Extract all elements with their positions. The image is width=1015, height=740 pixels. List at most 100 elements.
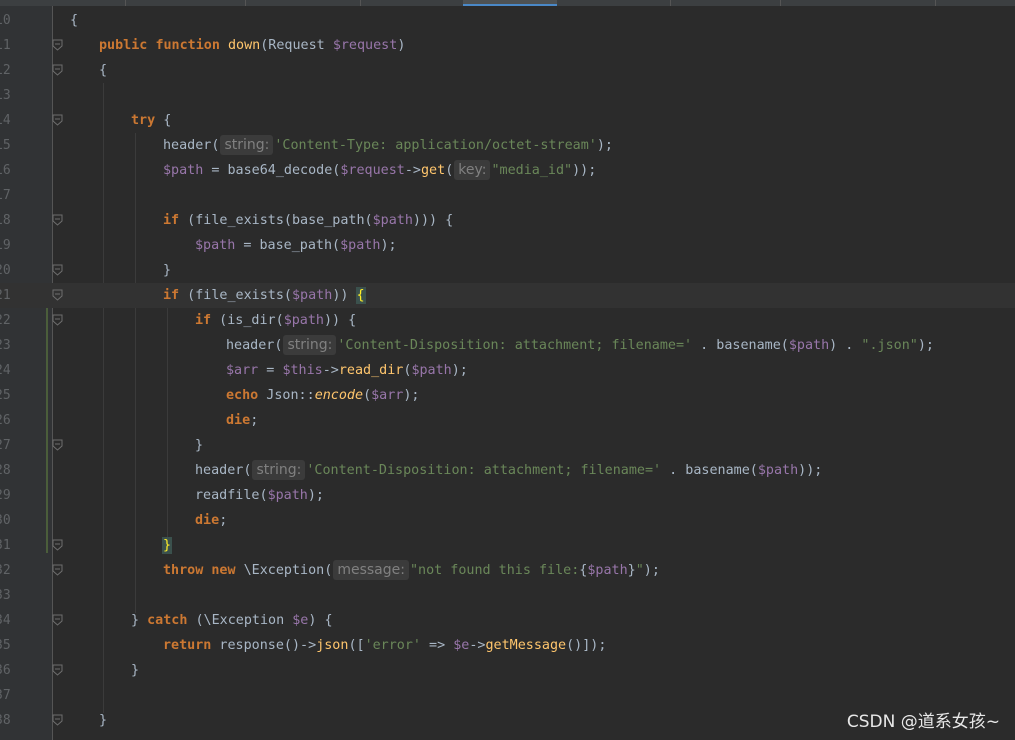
code-token: )) { [324,313,357,328]
code-line[interactable]: 23 header(string:'Content-Disposition: at… [0,333,1015,358]
code-token: $path [267,488,308,503]
line-number: 15 [0,138,11,153]
code-line[interactable]: 29 readfile($path); [0,483,1015,508]
code-token: header( [195,463,252,478]
fold-marker-icon[interactable] [52,214,63,226]
code-line[interactable]: 24 $arr = $this->read_dir($path); [0,358,1015,383]
code-line[interactable]: 27} [0,433,1015,458]
code-text: header(string: 'Content-Disposition: atta… [195,458,822,483]
editor-tab-bar[interactable] [0,0,1015,6]
code-token: ( [363,388,372,403]
code-token: public [99,38,148,53]
code-text: public function down(Request $request) [99,33,405,58]
code-token: (file_exists(base_path( [179,213,373,228]
code-token: -> [322,363,339,378]
fold-marker-icon[interactable] [52,114,63,126]
code-token: " [635,563,644,578]
line-number: 37 [0,688,11,703]
fold-marker-icon[interactable] [52,539,63,551]
code-line[interactable]: 22 if (is_dir($path)) { [0,308,1015,333]
fold-marker-icon[interactable] [52,439,63,451]
code-text: if (is_dir($path)) { [195,308,356,333]
fold-marker-icon[interactable] [52,714,63,726]
code-text: header(string: 'Content-Type: application… [163,133,613,158]
line-number: 23 [0,338,11,353]
fold-marker-icon[interactable] [52,64,63,76]
code-token: = [258,363,283,378]
code-token: ; [219,513,228,528]
code-token: function [155,38,220,53]
code-line[interactable]: 25 echo Json::encode($arr); [0,383,1015,408]
code-text: $path = base_path($path); [195,233,397,258]
code-token: (file_exists( [179,288,292,303]
fold-marker-icon[interactable] [52,564,63,576]
code-line[interactable]: 36} [0,658,1015,683]
code-token: ); [451,363,468,378]
code-token: $arr [226,363,259,378]
code-text: } [195,433,203,458]
code-token: { [99,63,108,78]
code-line[interactable]: 19 $path = base_path($path); [0,233,1015,258]
code-token: ; [250,413,259,428]
code-line[interactable]: 30 die; [0,508,1015,533]
code-token: )); [572,163,597,178]
line-number: 24 [0,363,11,378]
fold-marker-icon[interactable] [52,39,63,51]
code-text: if (file_exists(base_path($path))) { [163,208,453,233]
line-number: 34 [0,613,11,628]
code-token: encode [314,388,364,403]
code-line[interactable]: 32 throw new \Exception(message:"not foun… [0,558,1015,583]
parameter-hint: key: [454,160,491,180]
code-line[interactable]: 11 public function down(Request $request) [0,33,1015,58]
line-number: 35 [0,638,11,653]
code-line[interactable]: 20} [0,258,1015,283]
code-line[interactable]: 31} [0,533,1015,558]
line-number: 33 [0,588,11,603]
code-token: ))) { [412,213,454,228]
code-line[interactable]: 15 header(string:'Content-Type: applicati… [0,133,1015,158]
code-text: } catch (\Exception $e) { [131,608,333,633]
code-token: ); [643,563,660,578]
line-number: 30 [0,513,11,528]
code-line[interactable]: 33 [0,583,1015,608]
fold-marker-icon[interactable] [52,289,63,301]
code-line[interactable]: 26 die; [0,408,1015,433]
code-line[interactable]: 14 try { [0,108,1015,133]
code-line[interactable]: 34 } catch (\Exception $e) { [0,608,1015,633]
code-text: return response()->json(['error' => $e->… [163,633,606,658]
fold-marker-icon[interactable] [52,314,63,326]
code-token: (is_dir( [211,313,284,328]
parameter-hint: message: [333,560,409,580]
line-number: 22 [0,313,11,328]
code-line[interactable]: 13 [0,83,1015,108]
code-line[interactable]: 35 return response()->json(['error' => $e… [0,633,1015,658]
line-number: 13 [0,88,11,103]
tab-separator [360,0,361,6]
line-number: 27 [0,438,11,453]
code-line[interactable]: 28 header(string:'Content-Disposition: at… [0,458,1015,483]
active-tab[interactable] [463,0,557,6]
code-token: (Request [260,38,333,53]
line-number: 32 [0,563,11,578]
code-line[interactable]: 17 [0,183,1015,208]
code-token: ) [397,38,406,53]
code-line[interactable]: 16 $path = base64_decode($request->get(ke… [0,158,1015,183]
code-token: ( [445,163,454,178]
code-token: $path [788,338,830,353]
tab-separator [670,0,671,6]
code-line[interactable]: 10 { [0,8,1015,33]
code-line[interactable]: 37 [0,683,1015,708]
fold-marker-icon[interactable] [52,264,63,276]
fold-marker-icon[interactable] [52,664,63,676]
code-token: getMessage [485,638,567,653]
code-token: ); [403,388,420,403]
code-editor[interactable]: 10 {11 public function down(Request $reque… [0,8,1015,733]
code-token: Json:: [258,388,315,403]
fold-marker-icon[interactable] [52,614,63,626]
code-token: $path [195,238,236,253]
code-line[interactable]: 21 if (file_exists($path)) { [0,283,1015,308]
code-line[interactable]: 12 { [0,58,1015,83]
code-line[interactable]: 18 if (file_exists(base_path($path))) { [0,208,1015,233]
code-token: $path [757,463,799,478]
